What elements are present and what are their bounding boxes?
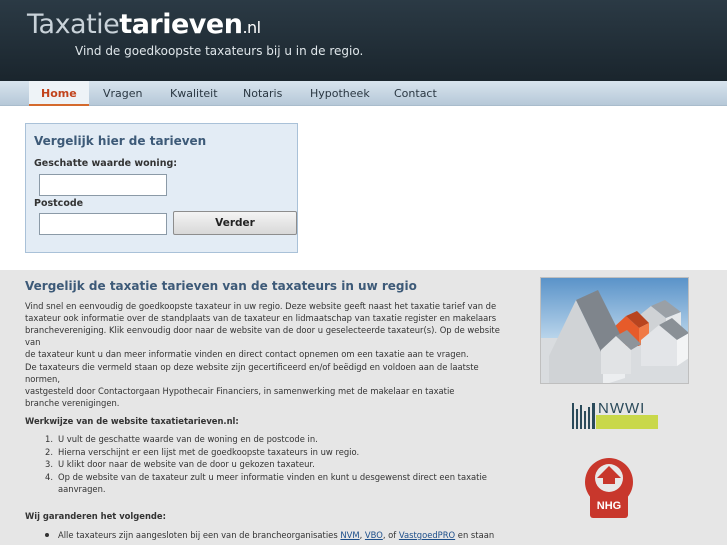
list-text: aanvragen. xyxy=(58,484,106,494)
site-header: Taxatietarieven.nl Vind de goedkoopste t… xyxy=(0,0,727,81)
list-number: 1. xyxy=(45,434,53,444)
main-nav: Home Vragen Kwaliteit Notaris Hypotheek … xyxy=(0,81,727,106)
guarantee-sep: , of xyxy=(382,530,399,540)
nhg-logo-text: NHG xyxy=(596,500,622,512)
list-item: 2. Hierna verschijnt er een lijst met de… xyxy=(25,446,505,459)
vbo-link[interactable]: VBO xyxy=(365,530,383,540)
intro-line: taxateur ook informatie over de standpla… xyxy=(25,313,497,323)
site-logo[interactable]: Taxatietarieven.nl xyxy=(27,8,261,45)
cert-line: branche verenigingen. xyxy=(25,398,120,408)
nav-item-notaris[interactable]: Notaris xyxy=(243,81,282,106)
intro-line: Vind snel en eenvoudig de goedkoopste ta… xyxy=(25,301,497,311)
bullet-dot xyxy=(45,533,49,537)
list-text: Hierna verschijnt er een lijst met de go… xyxy=(58,446,360,457)
nwwi-logo[interactable]: NWWI xyxy=(572,400,658,431)
main-content: Vergelijk de taxatie tarieven van de tax… xyxy=(0,270,727,545)
nav-item-vragen[interactable]: Vragen xyxy=(103,81,143,106)
list-item: 4. Op de website van de taxateur zult u … xyxy=(25,471,505,496)
list-text: U klikt door naar de website van de door… xyxy=(58,459,315,469)
list-text: Op de website van de taxateur zult u mee… xyxy=(58,471,487,482)
nav-item-home[interactable]: Home xyxy=(29,81,89,106)
list-item: 1. U vult de geschatte waarde van de won… xyxy=(25,433,505,446)
guarantee-prefix: Alle taxateurs zijn aangesloten bij een … xyxy=(58,530,341,540)
guarantee-suffix: en staan xyxy=(455,530,495,540)
certification-paragraph: De taxateurs die vermeld staan op deze w… xyxy=(25,361,500,409)
submit-button[interactable]: Verder xyxy=(173,211,297,235)
site-tagline: Vind de goedkoopste taxateurs bij u in d… xyxy=(75,44,364,58)
werkwijze-title: Werkwijze van de website taxatietarieven… xyxy=(25,416,239,426)
postcode-input[interactable] xyxy=(39,213,167,235)
list-item: 3. U klikt door naar de website van de d… xyxy=(25,458,505,471)
list-number: 2. xyxy=(45,446,53,457)
logo-part-taxatie: Taxatie xyxy=(27,9,120,40)
cert-line: vastgesteld door Contactorgaan Hypotheca… xyxy=(25,386,455,396)
cert-line: De taxateurs die vermeld staan op deze w… xyxy=(25,362,479,384)
intro-line: de taxateur kunt u dan meer informatie v… xyxy=(25,349,469,359)
nhg-logo[interactable]: NHG xyxy=(584,452,634,524)
content-heading: Vergelijk de taxatie tarieven van de tax… xyxy=(25,279,417,293)
nav-item-contact[interactable]: Contact xyxy=(394,81,437,106)
werkwijze-list: 1. U vult de geschatte waarde van de won… xyxy=(25,433,505,496)
compare-form: Vergelijk hier de tarieven Geschatte waa… xyxy=(25,123,298,253)
value-label: Geschatte waarde woning: xyxy=(34,158,178,169)
intro-line: branchevereniging. Klik eenvoudig door n… xyxy=(25,325,500,347)
guarantee-text: Alle taxateurs zijn aangesloten bij een … xyxy=(58,530,494,540)
logo-part-tld: .nl xyxy=(242,18,261,37)
nav-item-hypotheek[interactable]: Hypotheek xyxy=(310,81,370,106)
value-input[interactable] xyxy=(39,174,167,196)
nvm-link[interactable]: NVM xyxy=(340,530,359,540)
postcode-label: Postcode xyxy=(34,198,84,209)
nwwi-logo-text: NWWI xyxy=(598,400,646,417)
list-text: U vult de geschatte waarde van de woning… xyxy=(58,434,318,444)
vastgoedpro-link[interactable]: VastgoedPRO xyxy=(399,530,455,540)
nav-item-kwaliteit[interactable]: Kwaliteit xyxy=(170,81,218,106)
list-number: 4. xyxy=(45,471,53,482)
houses-illustration xyxy=(540,277,689,384)
list-number: 3. xyxy=(45,459,53,469)
garantie-title: Wij garanderen het volgende: xyxy=(25,511,166,521)
logo-part-tarieven: tarieven xyxy=(119,9,243,40)
form-title: Vergelijk hier de tarieven xyxy=(34,134,207,148)
intro-paragraph: Vind snel en eenvoudig de goedkoopste ta… xyxy=(25,300,500,360)
